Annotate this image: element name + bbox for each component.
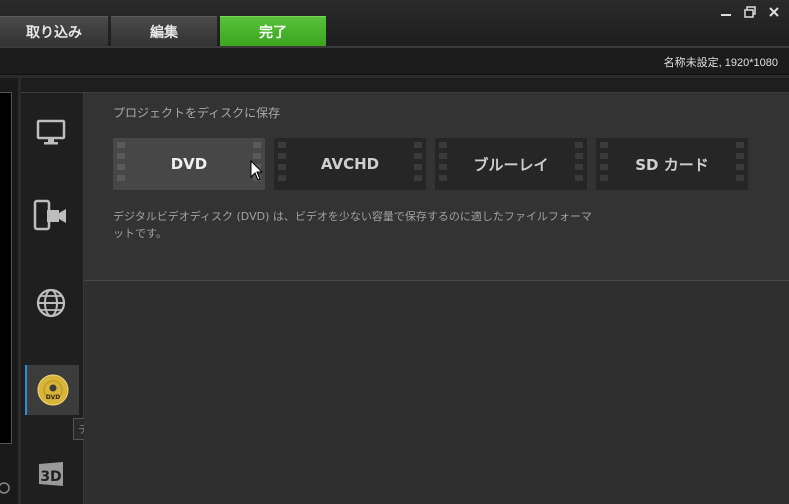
close-icon[interactable] [767, 6, 781, 20]
preview-frame [0, 92, 12, 444]
mobile-device-icon [33, 199, 66, 231]
sidebar-item-online[interactable] [25, 278, 77, 328]
preview-controls[interactable] [0, 456, 10, 496]
format-description: デジタルビデオディスク (DVD) は、ビデオを少ない容量で保存するのに適したフ… [113, 210, 592, 240]
disc-format-options: DVD AVCHD ブルーレイ SD カード [113, 138, 748, 190]
svg-text:3D: 3D [40, 469, 61, 485]
project-info: 名称未設定, 1920*1080 [663, 57, 778, 69]
dvd-button[interactable]: DVD [113, 138, 265, 190]
mouse-cursor-icon [250, 160, 264, 181]
3d-icon: 3D [39, 462, 63, 486]
tab-edit[interactable]: 編集 [111, 16, 217, 46]
restore-icon[interactable] [743, 6, 757, 20]
bluray-label: ブルーレイ [473, 155, 549, 174]
avchd-button[interactable]: AVCHD [274, 138, 426, 190]
dvd-label: DVD [170, 155, 208, 173]
minimize-icon[interactable] [719, 6, 733, 20]
project-info-bar: 名称未設定, 1920*1080 [0, 48, 789, 75]
sidebar-item-computer[interactable] [25, 108, 77, 158]
disc-content-panel: プロジェクトをディスクに保存 DVD AVCHD ブルーレイ SD カード デジ… [84, 93, 789, 281]
window-controls [719, 6, 781, 20]
empty-area [84, 281, 789, 504]
sd-card-label: SD カード [635, 155, 709, 174]
main-panel-header [21, 78, 789, 93]
sidebar-item-3d[interactable]: 3D [25, 449, 77, 499]
top-bar: 取り込み 編集 完了 [0, 0, 789, 46]
avchd-label: AVCHD [320, 155, 380, 173]
tab-finish[interactable]: 完了 [220, 16, 326, 46]
sidebar-item-disc[interactable]: DVD [25, 365, 79, 415]
output-sidebar: DVD 3D [21, 93, 84, 504]
dvd-disc-icon: DVD [37, 374, 69, 406]
sidebar-item-device[interactable] [25, 191, 77, 241]
svg-text:DVD: DVD [46, 394, 61, 401]
mode-tabs: 取り込み 編集 完了 [0, 16, 329, 46]
globe-icon [36, 288, 66, 318]
monitor-icon [36, 119, 66, 145]
section-title: プロジェクトをディスクに保存 [113, 106, 281, 120]
bluray-button[interactable]: ブルーレイ [435, 138, 587, 190]
tab-import[interactable]: 取り込み [0, 16, 108, 46]
sd-card-button[interactable]: SD カード [596, 138, 748, 190]
